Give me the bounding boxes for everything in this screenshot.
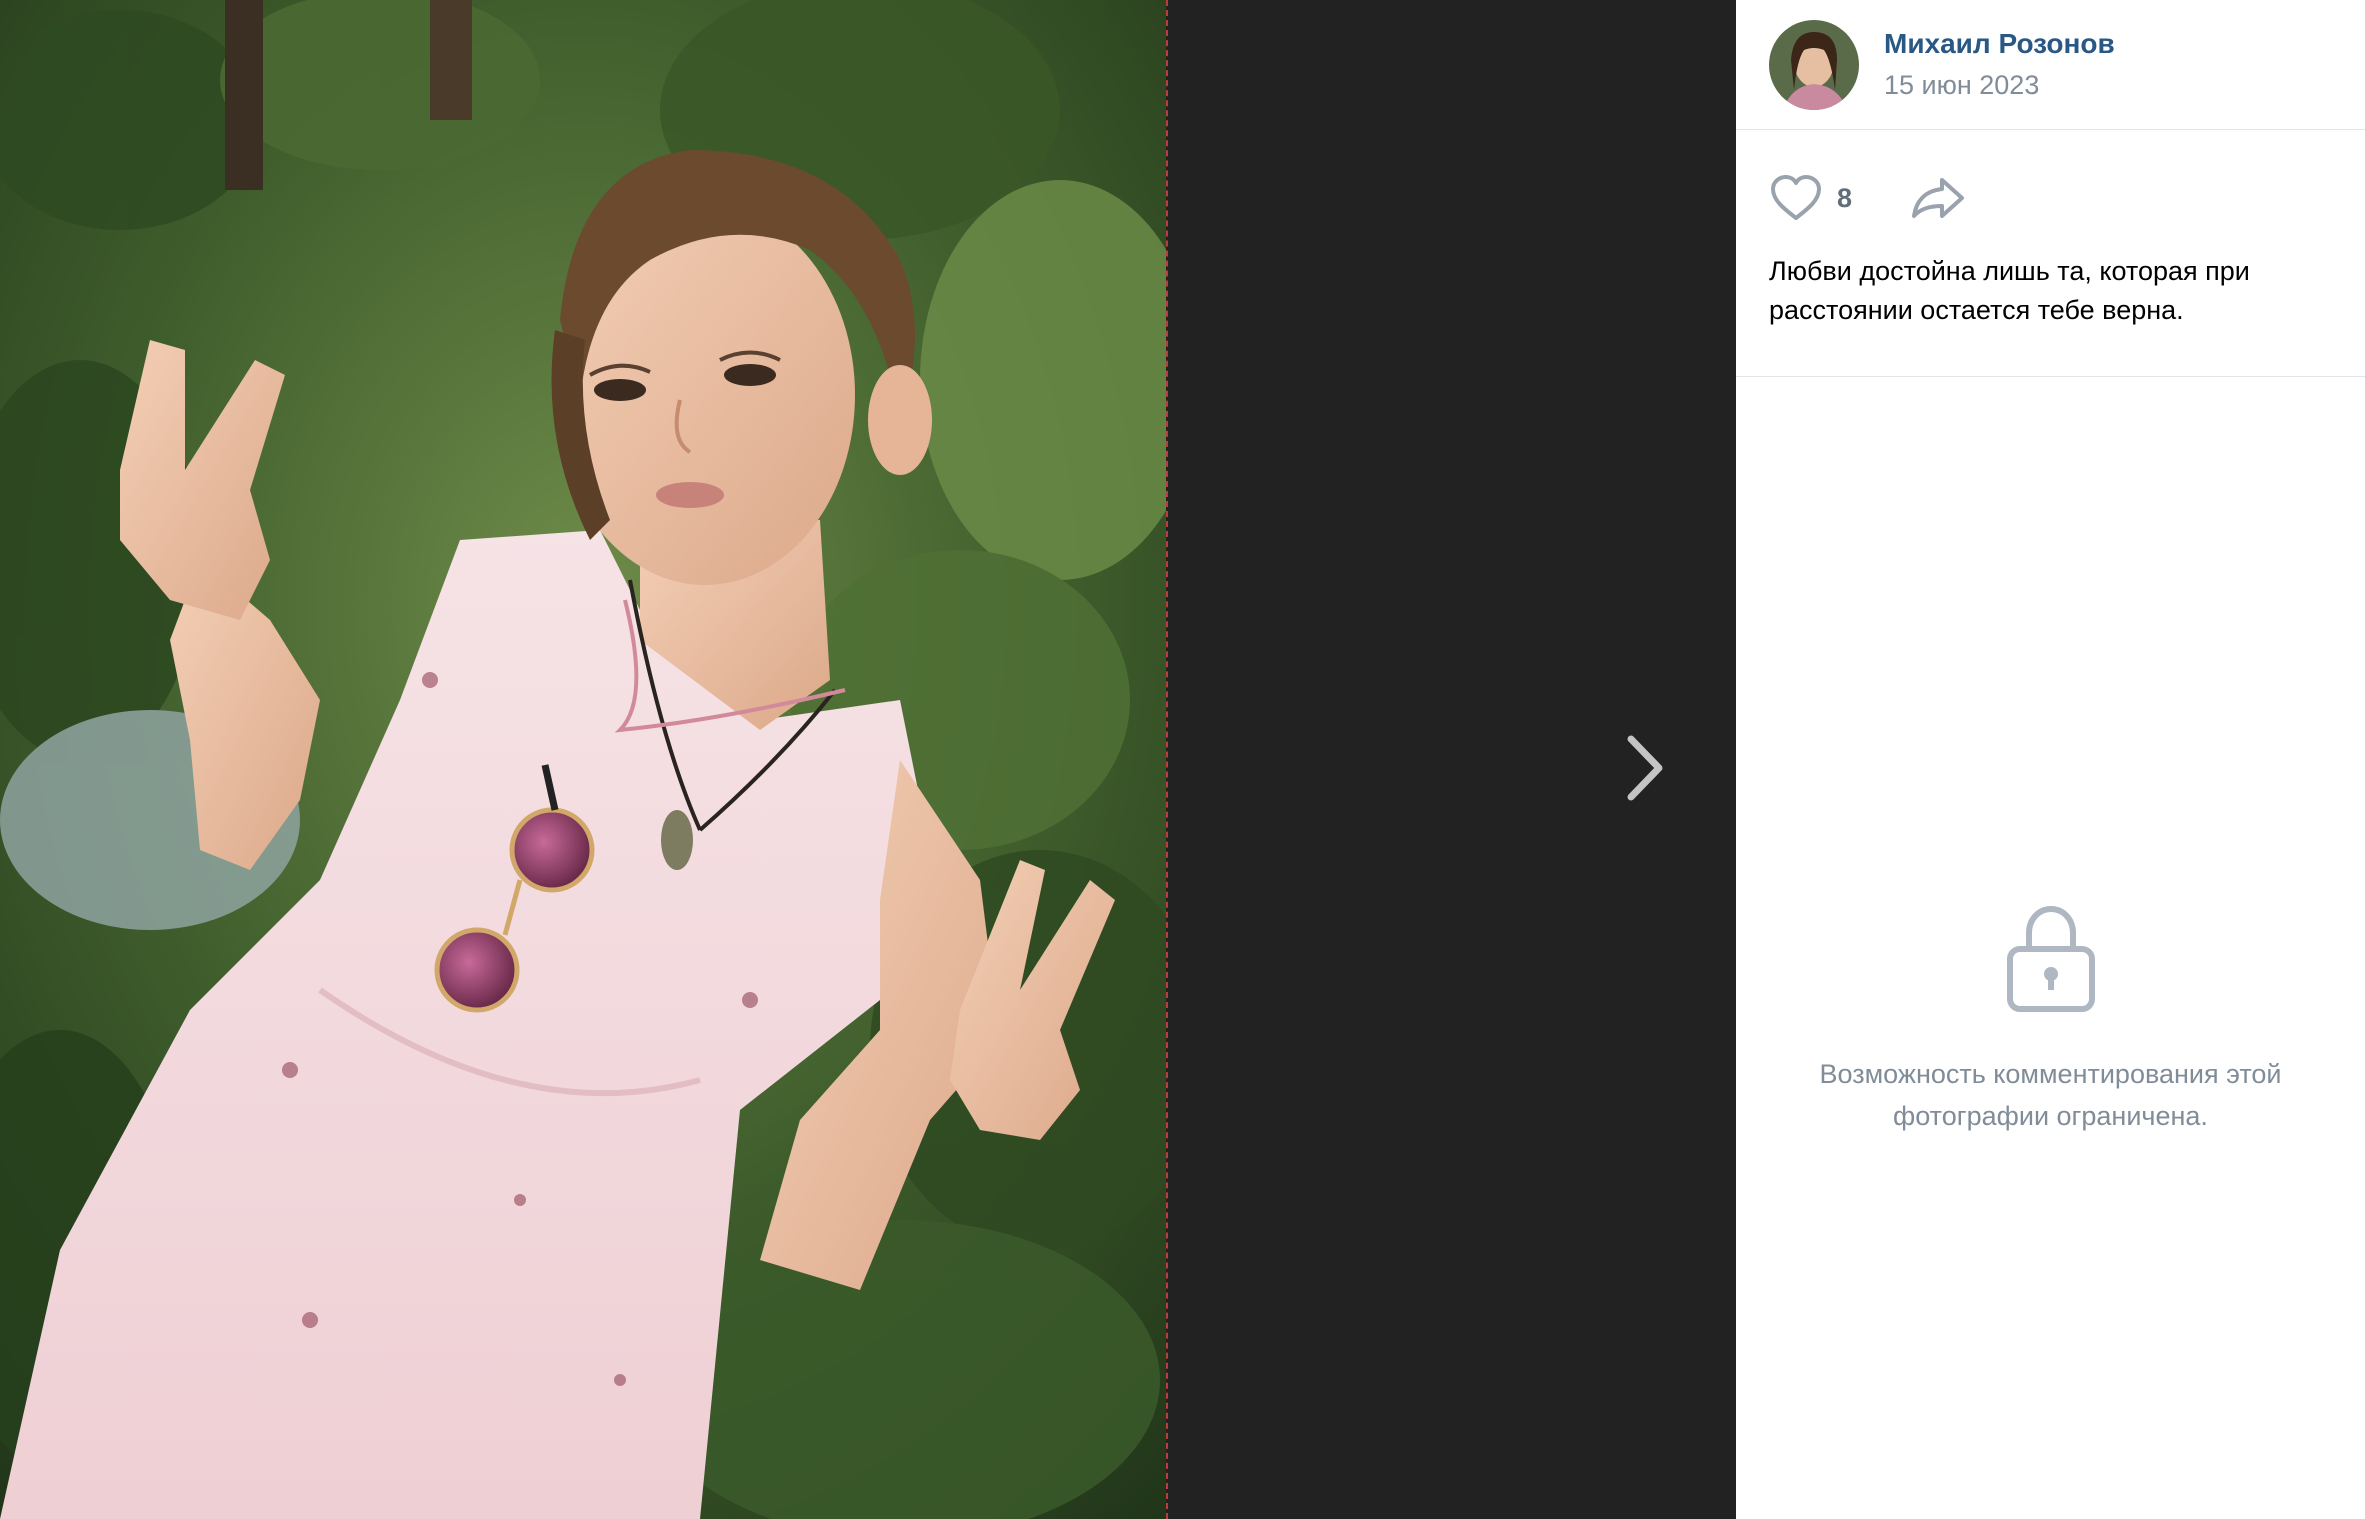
photo-area	[0, 0, 1736, 1519]
post-header: Михаил Розонов 15 июн 2023	[1736, 0, 2365, 130]
post-body: 8 Любви достойна лишь та, которая при ра…	[1736, 130, 2365, 377]
author-block: Михаил Розонов 15 июн 2023	[1884, 26, 2115, 104]
share-icon	[1912, 178, 1965, 218]
comments-restricted-message: Возможность комментирования этой фотогра…	[1819, 1059, 2282, 1131]
photo[interactable]	[0, 0, 1168, 1519]
share-button[interactable]	[1910, 176, 1966, 220]
author-name-link[interactable]: Михаил Розонов	[1884, 26, 2115, 62]
like-count: 8	[1837, 182, 1853, 213]
post-date[interactable]: 15 июн 2023	[1884, 66, 2115, 104]
comments-area: Возможность комментирования этой фотогра…	[1736, 377, 2365, 1519]
photo-viewer: Михаил Розонов 15 июн 2023 8 Любви досто…	[0, 0, 2365, 1519]
heart-icon	[1771, 175, 1821, 220]
comments-restricted-block: Возможность комментирования этой фотогра…	[1736, 903, 2365, 1137]
avatar[interactable]	[1769, 19, 1859, 110]
post-actions: 8	[1769, 170, 2332, 226]
lock-icon	[2006, 905, 2095, 1012]
post-caption: Любви достойна лишь та, которая при расс…	[1769, 256, 2250, 325]
like-button[interactable]: 8	[1769, 174, 1852, 222]
next-photo-button[interactable]	[1610, 728, 1680, 808]
chevron-right-icon	[1627, 735, 1663, 801]
side-panel: Михаил Розонов 15 июн 2023 8 Любви досто…	[1736, 0, 2365, 1519]
